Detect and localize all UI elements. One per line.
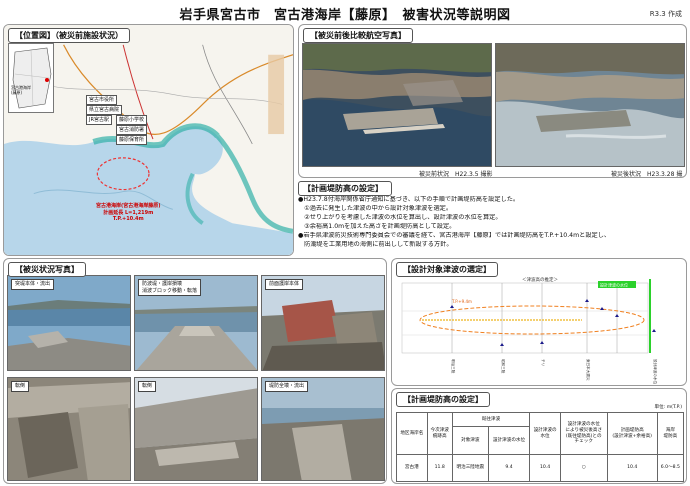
- cell-trace: 11.8: [426, 454, 453, 482]
- inset-map: 宮古港海岸 (藤原): [8, 43, 54, 113]
- tsunami-chart: ＜津波高の推定＞ T.P.+9.4m 設計津波の水位 明治三陸 昭和三陸 チリ …: [401, 276, 658, 385]
- cell-plan: 10.4: [606, 454, 658, 482]
- map-project-label: 宮古港海岸(宮古港海岸藤原) 計画延長 L=1,219m T.P.+10.4m: [96, 203, 161, 222]
- aerial-title: 【被災前後比較航空写真】: [303, 28, 413, 43]
- page-title: 岩手県宮古市 宮古港海岸【藤原】 被害状況等説明図: [179, 8, 511, 23]
- aerial-after-caption: 被災後状況 H23.3.28 撮影: [611, 171, 683, 178]
- date-label: R3.3 作成: [649, 10, 682, 18]
- tsunami-label-2: 昭和三陸: [501, 359, 506, 374]
- damage-photo-5: 転倒: [134, 377, 258, 481]
- damage-photo-2: 防波堤・護岸損壊 消波ブロック移動・転落: [134, 275, 258, 371]
- damage-photo-1: 突堤本体・流出: [7, 275, 131, 371]
- th-design: 設計津波の 水位: [529, 412, 561, 455]
- map-label-hospital: 県立宮古病院: [86, 105, 123, 115]
- cell-target: 明治三陸地震: [451, 454, 489, 482]
- tsunami-design-label: T.P.+9.4m: [451, 299, 472, 304]
- cell-levee: 6.0〜8.5: [656, 454, 685, 482]
- tsunami-label-3: チリ: [541, 359, 546, 366]
- tsunami-title: 【設計対象津波の選定】: [396, 262, 498, 277]
- map-label-school: 藤原小学校: [116, 115, 148, 125]
- plan-section-text: ●H23.7.8付海岸関係省庁通知に基づき、以下の手順で計画堤防高を設定した。 …: [298, 196, 686, 250]
- damage-photo-5-label: 転倒: [138, 381, 157, 392]
- plan-line: ①過去に発生した津波の中から設計対象津波を選定。: [298, 204, 453, 212]
- damage-photo-6-label: 堤防全壊・流出: [265, 381, 309, 392]
- inset-label: 宮古港海岸 (藤原): [11, 85, 31, 95]
- plan-line: ③余裕高1.0mを加えた高さを計画堤防高として設定。: [298, 222, 456, 230]
- th-levee: 海岸 堤防高: [656, 412, 685, 455]
- plan-line: ●H23.7.8付海岸関係省庁通知に基づき、以下の手順で計画堤防高を設定した。: [298, 196, 520, 203]
- height-title: 【計画堤防高の設定】: [396, 392, 490, 407]
- damage-photo-6: 堤防全壊・流出: [261, 377, 385, 481]
- th-trace: 今次津波 痕跡高: [426, 412, 453, 455]
- damage-photo-1-label: 突堤本体・流出: [11, 279, 55, 290]
- aerial-panel: 【被災前後比較航空写真】 被災前状況 H22.3.5 撮影 被災後状況 H23.…: [298, 24, 687, 178]
- aerial-before-caption: 被災前状況 H22.3.5 撮影: [419, 171, 493, 178]
- map-label-fire: 宮古消防署: [116, 125, 148, 135]
- damage-photo-4-label: 転倒: [11, 381, 30, 392]
- tsunami-panel: 【設計対象津波の選定】 ＜津波高の推定＞ T.P.+9.4m 設計津波の水位 明…: [391, 258, 687, 386]
- location-map-panel: 【位置図】（被災前施設状況） 宮古港海岸 (藤原) 宮古市役所 県立宮古病院 J…: [3, 24, 294, 256]
- map-label-station: JR宮古駅: [86, 115, 112, 125]
- cell-level: 9.4: [487, 454, 531, 482]
- map-label-city-office: 宮古市役所: [86, 95, 118, 105]
- height-unit: 単位: m(T.P.): [654, 405, 683, 410]
- aerial-after-photo: [495, 43, 685, 167]
- plan-line: 防潮堤を工業用地の海側に前出しして新設する方針。: [298, 240, 453, 248]
- tsunami-label-4: 東日本大震災: [586, 359, 591, 381]
- plan-line: ②せり上がりを考慮した津波の水位を算出し、設計津波の水位を算定。: [298, 213, 502, 221]
- tsunami-label-5: 設計津波の水位: [653, 359, 658, 385]
- th-target: 対象津波: [451, 426, 489, 455]
- damage-photo-3: 前面護岸本体: [261, 275, 385, 371]
- plan-section-title: 【計画堤防高の設定】: [298, 181, 392, 196]
- cell-area: 宮古港: [396, 454, 428, 482]
- th-past: 既往津波: [451, 412, 531, 427]
- location-map-title: 【位置図】（被災前施設状況）: [8, 28, 130, 43]
- damage-panel: 【被災状況写真】 突堤本体・流出 防波堤・護岸損壊 消波ブロック移動・転落 前面…: [3, 258, 387, 484]
- map-label-nursery: 藤原保育所: [116, 135, 148, 145]
- aerial-before-photo: [302, 43, 492, 167]
- tsunami-label-1: 明治三陸: [451, 359, 456, 374]
- tsunami-chart-title: ＜津波高の推定＞: [522, 276, 558, 283]
- th-area: 地区海岸名: [396, 412, 428, 455]
- tsunami-highlight-label: 設計津波の水位: [600, 282, 628, 288]
- plan-line: ●岩手県津波防災技術専門委員会での審議を経て、宮古港海岸【藤原】では計画堤防高を…: [298, 231, 611, 239]
- damage-photo-2-label: 防波堤・護岸損壊 消波ブロック移動・転落: [138, 279, 202, 296]
- height-table: 地区海岸名 今次津波 痕跡高 既往津波 設計津波の 水位 設計津波の水位 により…: [396, 412, 685, 482]
- damage-photo-3-label: 前面護岸本体: [265, 279, 304, 290]
- damage-photo-4: 転倒: [7, 377, 131, 481]
- th-plan: 計画堤防高 (設計津波+余裕高): [606, 412, 658, 455]
- damage-title: 【被災状況写真】: [8, 262, 86, 277]
- cell-check: ○: [559, 454, 608, 482]
- th-check: 設計津波の水位 により被災後高さ (既往堤防高)との チェック: [559, 412, 608, 455]
- cell-design: 10.4: [529, 454, 561, 482]
- th-level: 設計津波の水位: [487, 426, 531, 455]
